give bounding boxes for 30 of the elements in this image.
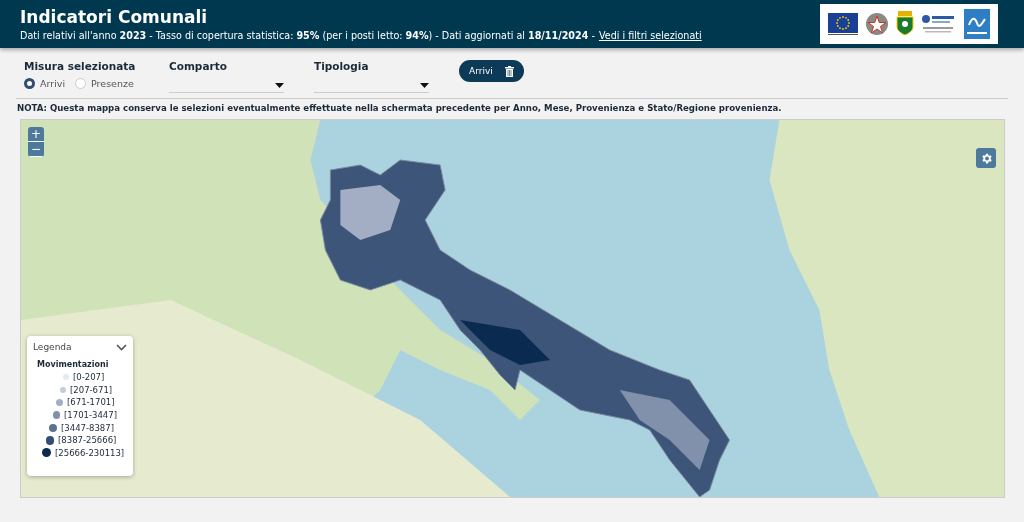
legend-title: Legenda [33,342,72,352]
promotion-logo-icon [964,9,991,39]
trash-icon[interactable] [504,65,514,77]
flag-icon [827,13,858,35]
shield-icon [895,11,914,37]
page-title: Indicatori Comunali [20,7,209,27]
legend-label: [0-207] [73,372,105,383]
legend-label: [1701-3447] [64,410,117,421]
emblem-icon [864,12,889,36]
legend-label: [671-1701] [67,397,115,408]
filters-link[interactable]: Vedi i filtri selezionati [598,30,702,41]
measure-radio[interactable]: Presenze [75,78,134,89]
measure-label: Misura selezionata [24,60,137,72]
dropdown-label: Tipologia [314,60,370,72]
legend-label: [3447-8387] [61,422,114,433]
data-summary: Dati relativi all'anno 2023 - Tasso di copertura statistica: 95% (per i posti letto: 94%) - Dati aggiornati al 18/11/2024 - [20,30,595,41]
caret-icon[interactable] [420,82,429,88]
legend-label: [25666-230113] [55,447,125,458]
zoom-out-button[interactable]: − [28,142,44,157]
legend-label: [207-671] [70,384,113,395]
legend-label: [8387-25666] [58,435,117,446]
dropdown-label: Comparto [169,60,228,72]
map-drawing[interactable] [21,120,1004,497]
caret-icon[interactable] [275,82,284,88]
measure-radio[interactable]: Arrivi [24,78,66,89]
chevron-icon[interactable] [116,343,127,351]
note-text: NOTA: Questa mappa conserva le selezioni eventualmente effettuate nella schermata precedente per Anno, Mese, Provenienza e Stato/Regione provenienza. [16,102,783,115]
filter-chip[interactable]: Arrivi [459,60,524,82]
zoom-in-button[interactable]: + [28,127,44,142]
legend-heading: Movimentazioni [37,360,110,369]
